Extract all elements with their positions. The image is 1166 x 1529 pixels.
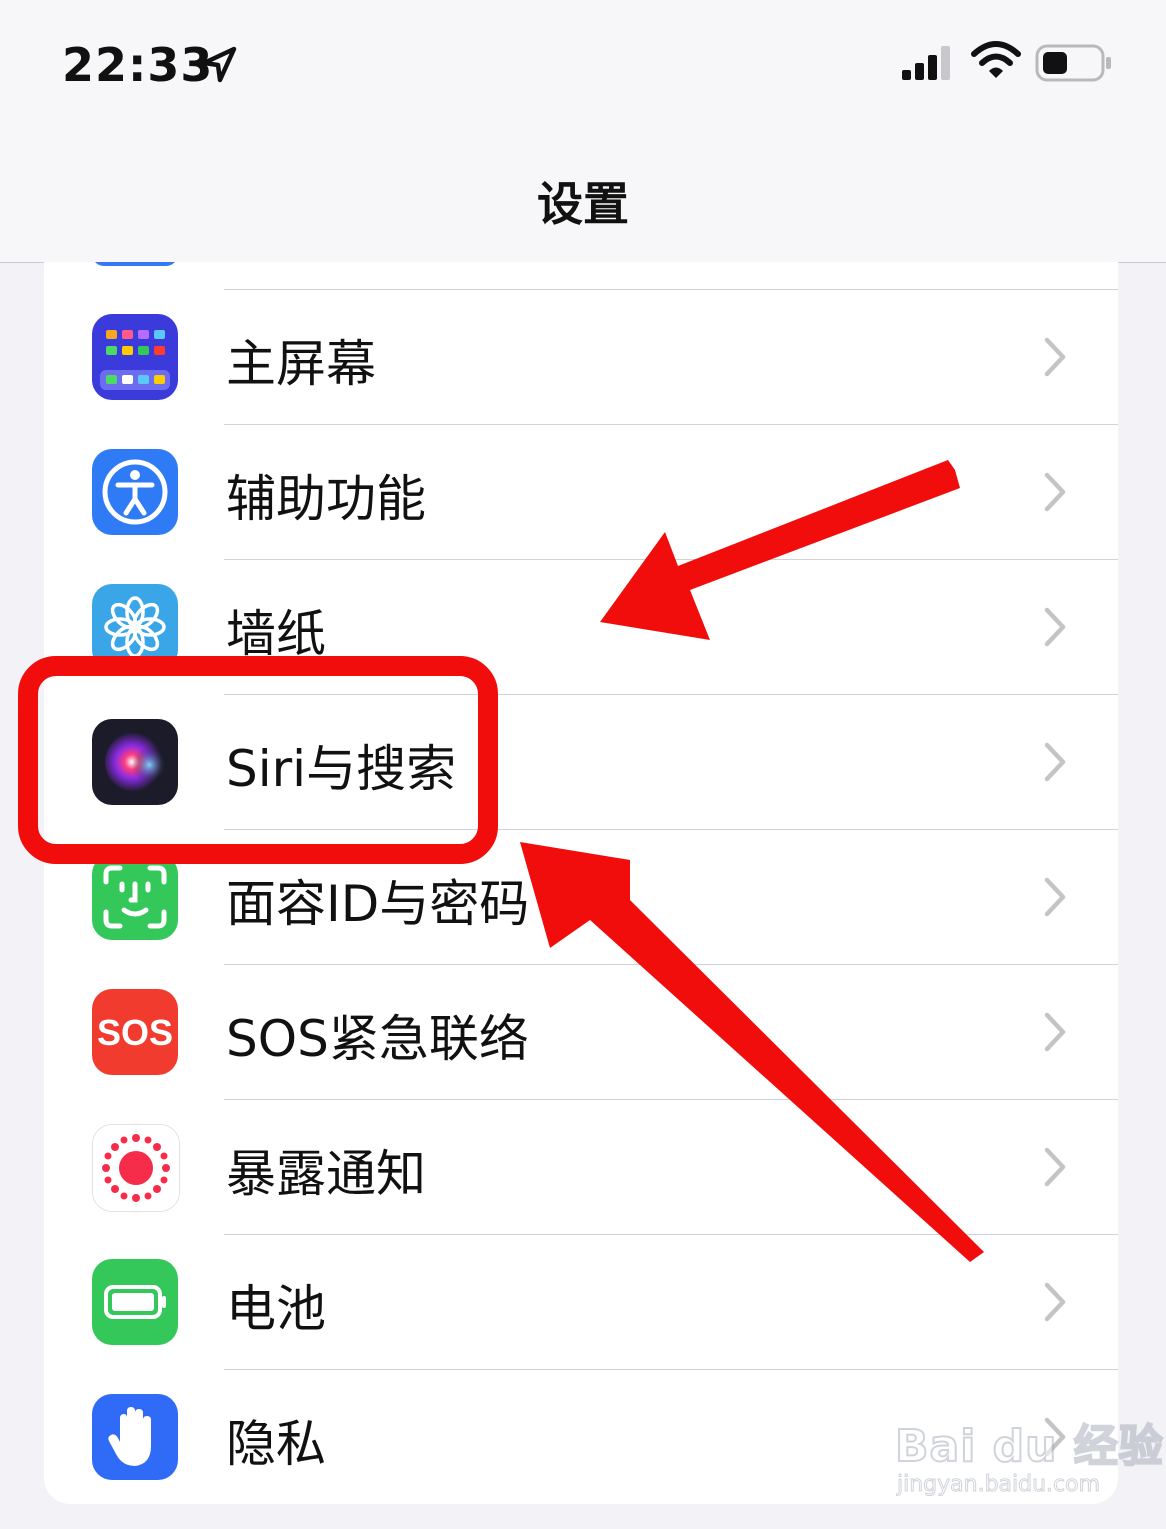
wifi-icon	[971, 41, 1021, 78]
settings-row-emergency-sos[interactable]: SOS SOS紧急联络	[44, 965, 1118, 1100]
navigation-bar: 设置	[0, 130, 1166, 263]
settings-row-battery[interactable]: 电池	[44, 1235, 1118, 1370]
battery-settings-icon	[92, 1259, 178, 1345]
exposure-notification-icon	[92, 1124, 180, 1212]
settings-row-label: 墙纸	[226, 605, 326, 663]
settings-row-label: 暴露通知	[226, 1145, 426, 1203]
settings-row-home-screen[interactable]: 主屏幕	[44, 290, 1118, 425]
cellular-signal-icon	[902, 46, 950, 80]
sos-icon: SOS	[92, 989, 178, 1075]
chevron-right-icon	[1044, 607, 1066, 647]
settings-row-accessibility[interactable]: 辅助功能	[44, 425, 1118, 560]
settings-row-label: 辅助功能	[226, 470, 426, 528]
chevron-right-icon	[1044, 1282, 1066, 1322]
chevron-right-icon	[1044, 1012, 1066, 1052]
chevron-right-icon	[1044, 337, 1066, 377]
page-title: 设置	[537, 177, 629, 231]
settings-row-label: 面容ID与密码	[226, 875, 530, 933]
chevron-right-icon	[1044, 742, 1066, 782]
baidu-jingyan-watermark: Bai du 经验 jingyan.baidu.com	[894, 1400, 1164, 1510]
watermark-url: jingyan.baidu.com	[896, 1472, 1101, 1498]
battery-status-icon	[1035, 44, 1111, 82]
status-time: 22:33	[62, 38, 214, 92]
settings-list: 主屏幕 辅助功能 墙纸 Siri与搜索 面容ID与密码 SOS SOS紧急联络 …	[44, 262, 1118, 1504]
chevron-right-icon	[1044, 877, 1066, 917]
location-arrow-icon	[201, 46, 237, 83]
face-id-icon	[92, 854, 178, 940]
settings-row-label: 主屏幕	[226, 335, 376, 393]
privacy-hand-icon	[92, 1394, 178, 1480]
partially-hidden-icon	[92, 262, 178, 266]
home-screen-icon	[92, 314, 178, 400]
settings-row-label: 电池	[226, 1280, 326, 1338]
settings-row-label: SOS紧急联络	[226, 1010, 529, 1068]
accessibility-icon	[92, 449, 178, 535]
settings-row-label: 隐私	[226, 1415, 326, 1473]
settings-row-wallpaper[interactable]: 墙纸	[44, 560, 1118, 695]
wallpaper-icon	[92, 584, 178, 670]
settings-row-siri-search[interactable]: Siri与搜索	[44, 695, 1118, 830]
svg-text:SOS: SOS	[97, 1012, 173, 1053]
siri-icon	[92, 719, 178, 805]
watermark-logo: Bai du 经验	[894, 1420, 1164, 1473]
settings-row-label: Siri与搜索	[226, 740, 457, 798]
settings-row-face-id[interactable]: 面容ID与密码	[44, 830, 1118, 965]
settings-row-exposure-notifications[interactable]: 暴露通知	[44, 1100, 1118, 1235]
chevron-right-icon	[1044, 1147, 1066, 1187]
status-bar: 22:33	[0, 0, 1166, 130]
chevron-right-icon	[1044, 472, 1066, 512]
